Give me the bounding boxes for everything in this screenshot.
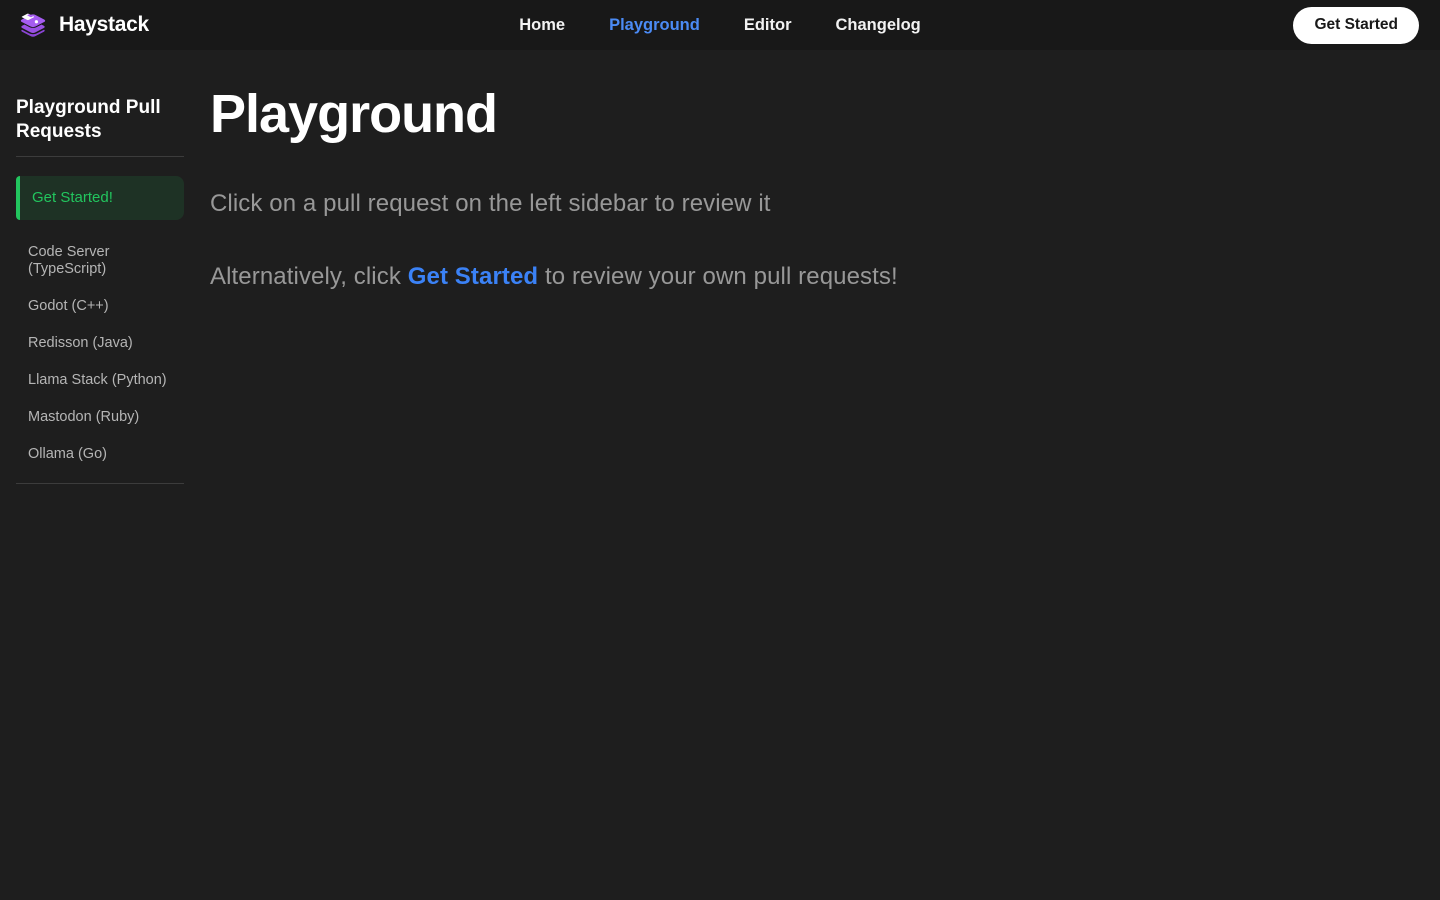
sidebar-title: Playground Pull Requests xyxy=(16,97,161,142)
pr-list: Get Started! Code Server (TypeScript) Go… xyxy=(16,175,184,473)
line2-suffix: to review your own pull requests! xyxy=(544,263,898,291)
nav-changelog[interactable]: Changelog xyxy=(836,16,921,35)
pr-item-godot[interactable]: Godot (C++) xyxy=(16,288,184,325)
sidebar-divider-bottom xyxy=(16,483,184,485)
haystack-logo-icon xyxy=(16,8,50,42)
line2-prefix: Alternatively, click xyxy=(210,263,401,291)
pr-item-get-started[interactable]: Get Started! xyxy=(16,175,184,220)
get-started-button[interactable]: Get Started xyxy=(1293,6,1419,44)
nav-playground[interactable]: Playground xyxy=(609,16,700,35)
page-title: Playground xyxy=(210,84,498,144)
sidebar-divider-top xyxy=(16,155,184,157)
pr-item-redisson[interactable]: Redisson (Java) xyxy=(16,325,184,362)
sidebar: Playground Pull Requests Get Started! Co… xyxy=(0,50,200,900)
get-started-link[interactable]: Get Started xyxy=(408,263,538,290)
pr-item-mastodon[interactable]: Mastodon (Ruby) xyxy=(16,399,184,436)
brand[interactable]: Haystack xyxy=(16,8,149,42)
pr-item-ollama[interactable]: Ollama (Go) xyxy=(16,436,184,473)
pr-item-llama-stack[interactable]: Llama Stack (Python) xyxy=(16,362,184,399)
instruction-line-2: Alternatively, click Get Started to revi… xyxy=(210,263,1400,291)
nav-home[interactable]: Home xyxy=(519,16,565,35)
top-nav: Haystack Home Playground Editor Changelo… xyxy=(0,0,1440,50)
page-layout: Playground Pull Requests Get Started! Co… xyxy=(0,50,1440,900)
main-content: Playground Click on a pull request on th… xyxy=(200,50,1440,900)
instruction-line-1: Click on a pull request on the left side… xyxy=(210,190,771,218)
nav-editor[interactable]: Editor xyxy=(744,16,792,35)
main-nav: Home Playground Editor Changelog xyxy=(519,0,921,50)
pr-item-code-server[interactable]: Code Server (TypeScript) xyxy=(16,234,184,288)
brand-name: Haystack xyxy=(59,13,149,36)
